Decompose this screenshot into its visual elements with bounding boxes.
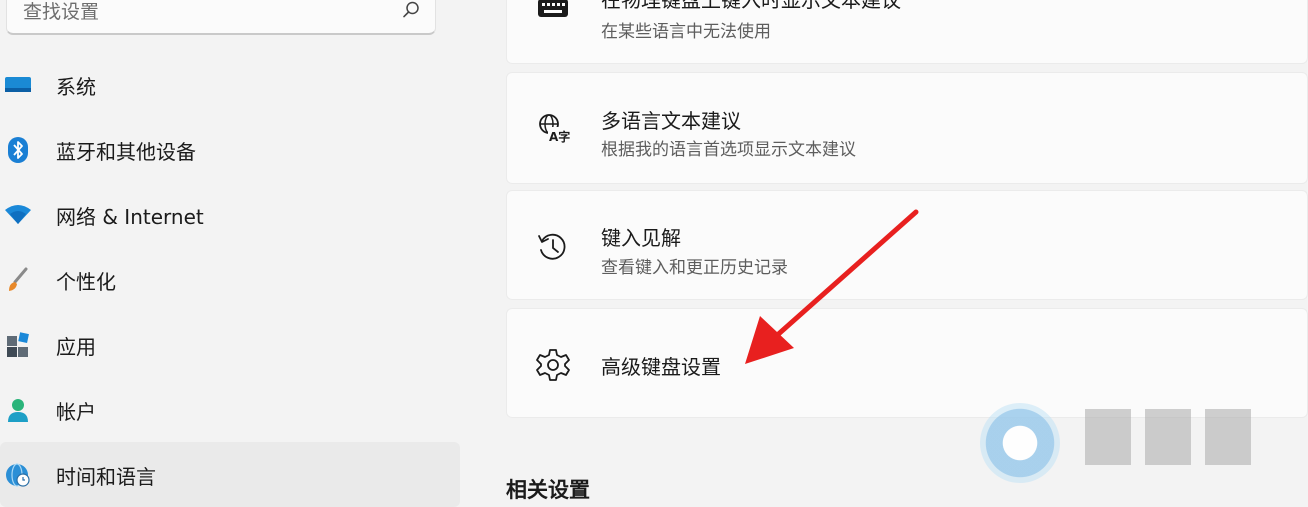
sidebar-item-label: 个性化	[56, 270, 116, 294]
translate-icon: A字	[539, 114, 570, 144]
sidebar: 查找设置 系统 蓝牙和其他设备 网络 & Internet 个性化 应用 帐户 …	[0, 0, 470, 507]
card-title: 键入见解	[601, 226, 681, 250]
card-subtitle: 根据我的语言首选项显示文本建议	[601, 140, 856, 160]
sidebar-item-label: 蓝牙和其他设备	[56, 140, 196, 164]
sidebar-item-label: 帐户	[56, 400, 96, 424]
sidebar-item-label: 系统	[56, 75, 96, 99]
sidebar-item-time-language[interactable]: 时间和语言	[0, 442, 460, 507]
search-input[interactable]: 查找设置	[23, 0, 99, 24]
setting-card-physical-keyboard-suggestions[interactable]: 在物理键盘上键入时显示文本建议 在某些语言中无法使用	[506, 0, 1308, 64]
card-subtitle: 查看键入和更正历史记录	[601, 258, 788, 278]
sidebar-item-label: 网络 & Internet	[56, 205, 204, 229]
setting-card-typing-insights[interactable]: 键入见解 查看键入和更正历史记录	[506, 190, 1308, 300]
keyboard-icon	[538, 0, 568, 17]
sidebar-item-bluetooth[interactable]: 蓝牙和其他设备	[0, 117, 460, 182]
search-box[interactable]: 查找设置	[6, 0, 436, 35]
wifi-icon	[4, 202, 32, 228]
card-subtitle: 在某些语言中无法使用	[601, 22, 771, 42]
sidebar-item-personalization[interactable]: 个性化	[0, 247, 460, 312]
globe-clock-icon	[4, 462, 32, 488]
sidebar-item-apps[interactable]: 应用	[0, 312, 460, 377]
brush-icon	[4, 267, 32, 293]
history-icon	[538, 233, 566, 260]
card-title: 在物理键盘上键入时显示文本建议	[601, 0, 901, 12]
search-icon[interactable]	[401, 0, 421, 20]
account-icon	[4, 397, 32, 423]
svg-text:A字: A字	[549, 129, 570, 144]
card-title: 高级键盘设置	[601, 355, 721, 379]
sidebar-item-accounts[interactable]: 帐户	[0, 377, 460, 442]
bluetooth-icon	[4, 137, 32, 163]
gear-icon	[536, 349, 570, 381]
watermark-logo	[955, 395, 1285, 496]
apps-icon	[4, 332, 32, 358]
sidebar-item-network[interactable]: 网络 & Internet	[0, 182, 460, 247]
sidebar-item-label: 时间和语言	[56, 465, 156, 489]
card-title: 多语言文本建议	[601, 109, 741, 133]
setting-card-multilingual-suggestions[interactable]: A字 多语言文本建议 根据我的语言首选项显示文本建议	[506, 72, 1308, 184]
sidebar-item-system[interactable]: 系统	[0, 52, 460, 117]
sidebar-item-label: 应用	[56, 335, 96, 359]
monitor-icon	[4, 72, 32, 98]
section-title-related-settings: 相关设置	[506, 478, 590, 502]
sidebar-nav: 系统 蓝牙和其他设备 网络 & Internet 个性化 应用 帐户 时间和语言	[0, 52, 470, 507]
